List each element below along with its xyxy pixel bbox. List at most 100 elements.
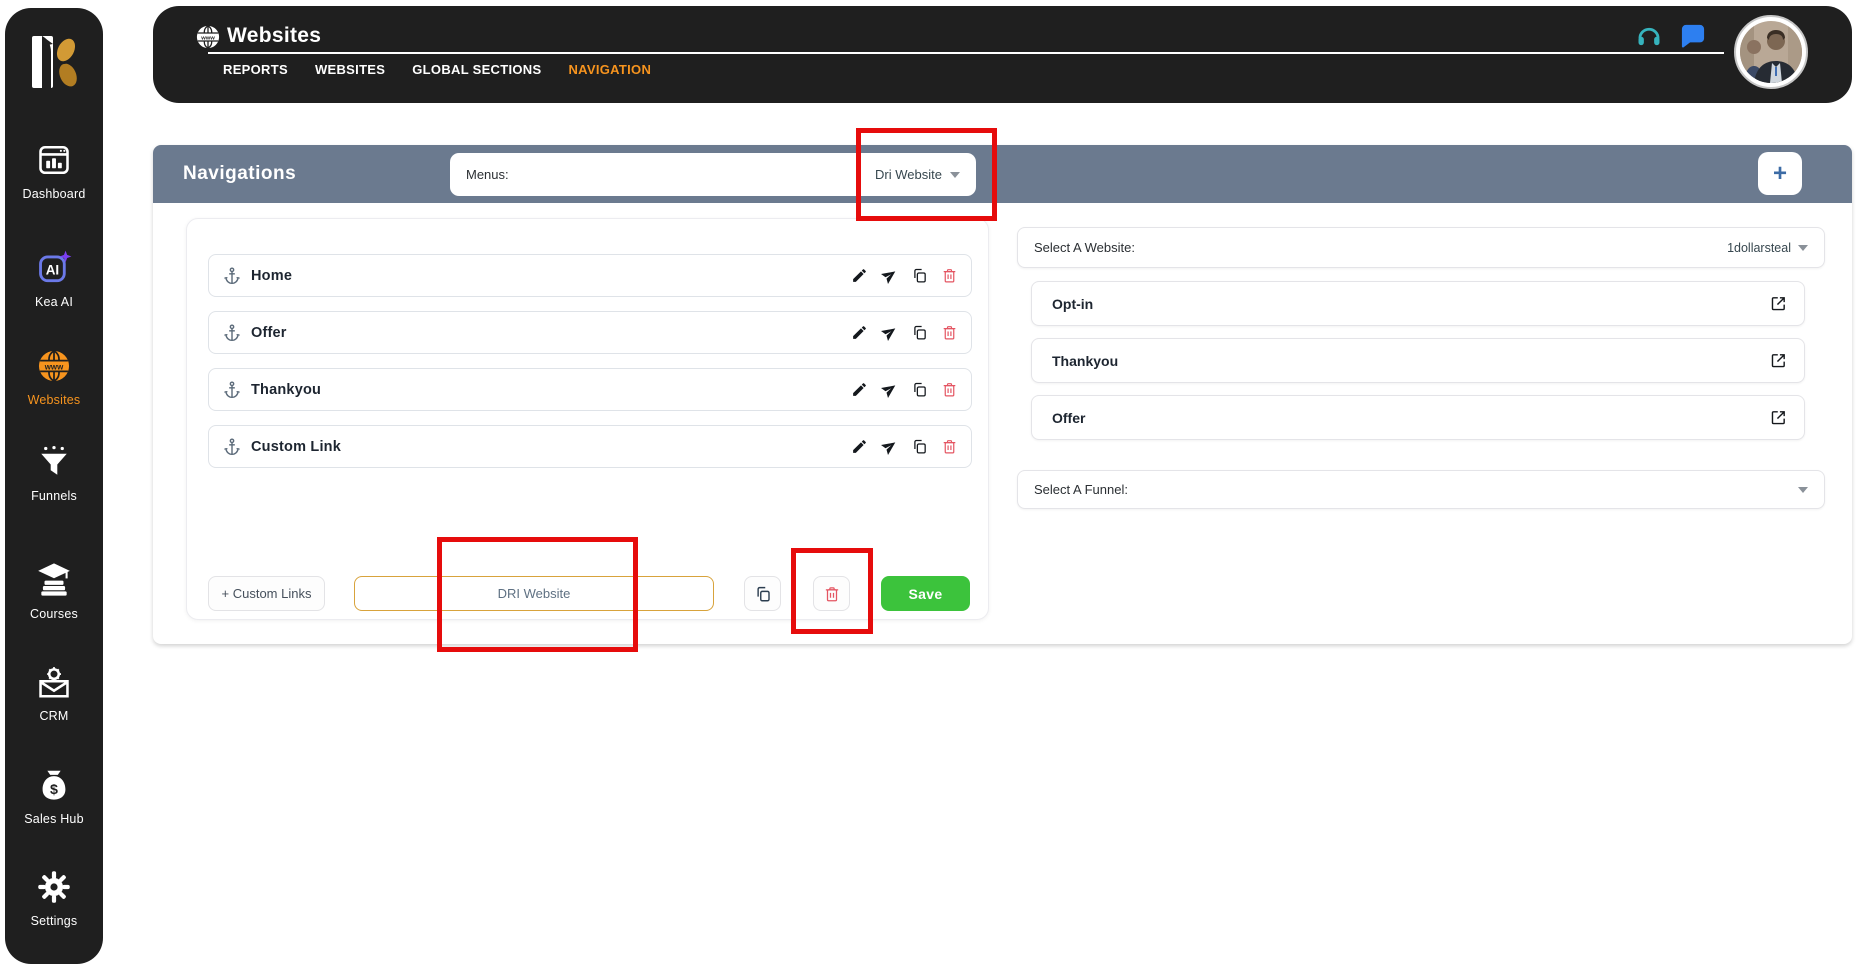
edit-icon[interactable] (851, 438, 868, 455)
page-row: Thankyou (1031, 338, 1805, 383)
headphones-icon[interactable] (1635, 22, 1663, 50)
sidebar-item-websites[interactable]: www Websites (5, 346, 103, 407)
copy-icon[interactable] (911, 381, 928, 398)
sidebar-item-label: Settings (31, 914, 78, 928)
select-funnel-dropdown[interactable]: Select A Funnel: (1017, 470, 1825, 509)
sidebar-item-courses[interactable]: Courses (5, 560, 103, 621)
edit-icon[interactable] (851, 324, 868, 341)
sidebar-item-label: Funnels (31, 489, 77, 503)
edit-icon[interactable] (851, 381, 868, 398)
anchor-icon (222, 380, 242, 400)
globe-www-icon: www (34, 346, 74, 386)
external-link-icon[interactable] (1770, 352, 1787, 369)
dashboard-icon (34, 140, 74, 180)
delete-menu-button[interactable] (813, 576, 850, 611)
tab-global-sections[interactable]: GLOBAL SECTIONS (412, 62, 541, 77)
trash-icon[interactable] (941, 324, 958, 341)
menu-item-label: Offer (251, 325, 287, 341)
sidebar-item-label: Dashboard (23, 187, 86, 201)
page-label: Offer (1052, 410, 1085, 426)
section-title: Navigations (183, 145, 296, 203)
avatar[interactable] (1734, 15, 1808, 89)
external-link-icon[interactable] (1770, 409, 1787, 426)
select-funnel-label: Select A Funnel: (1034, 482, 1128, 497)
external-link-icon[interactable] (1770, 295, 1787, 312)
selected-menu-text: Dri Website (875, 167, 942, 182)
svg-text:www: www (44, 362, 64, 371)
select-website-label: Select A Website: (1034, 240, 1135, 255)
row-actions (851, 267, 958, 284)
svg-text:www: www (200, 36, 215, 42)
page-row: Offer (1031, 395, 1805, 440)
row-actions (851, 324, 958, 341)
page-title: Websites (227, 24, 321, 48)
sidebar-item-crm[interactable]: CRM (5, 662, 103, 723)
svg-text:$: $ (50, 782, 58, 798)
menu-item-label: Home (251, 268, 292, 284)
add-custom-links-button[interactable]: + Custom Links (208, 576, 325, 611)
copy-icon[interactable] (911, 438, 928, 455)
navigations-toolbar: Navigations Menus: Dri Website + (153, 145, 1852, 203)
save-button[interactable]: Save (881, 576, 970, 611)
sidebar: Dashboard AI Kea AI (5, 8, 103, 964)
page-label: Thankyou (1052, 353, 1118, 369)
copy-icon[interactable] (911, 324, 928, 341)
edit-icon[interactable] (851, 267, 868, 284)
funnel-icon (34, 442, 74, 482)
trash-icon[interactable] (941, 438, 958, 455)
sidebar-item-label: Sales Hub (24, 812, 83, 826)
menu-item-row[interactable]: Home (208, 254, 972, 297)
menu-name-input[interactable] (354, 576, 714, 611)
sidebar-item-label: Kea AI (35, 295, 73, 309)
menu-item-row[interactable]: Custom Link (208, 425, 972, 468)
app-header: www Websites REPORTS WEBSITES GLOBAL SEC… (153, 6, 1852, 103)
row-actions (851, 438, 958, 455)
header-tabs: REPORTS WEBSITES GLOBAL SECTIONS NAVIGAT… (223, 62, 651, 77)
anchor-icon (222, 323, 242, 343)
send-icon[interactable] (881, 267, 898, 284)
selected-website-text: 1dollarsteal (1727, 241, 1791, 255)
trash-icon[interactable] (941, 267, 958, 284)
copy-menu-button[interactable] (744, 576, 781, 611)
tab-navigation[interactable]: NAVIGATION (568, 62, 651, 77)
sidebar-item-dashboard[interactable]: Dashboard (5, 140, 103, 201)
kea-logo[interactable] (5, 33, 103, 93)
chevron-down-icon (1798, 487, 1808, 493)
chevron-down-icon (950, 172, 960, 178)
sidebar-item-label: Websites (28, 393, 81, 407)
anchor-icon (222, 266, 242, 286)
menu-item-label: Thankyou (251, 382, 321, 398)
screen: Dashboard AI Kea AI (0, 0, 1858, 972)
settings-icon (34, 867, 74, 907)
kea-ai-icon: AI (34, 248, 74, 288)
menus-select[interactable]: Menus: Dri Website (450, 153, 976, 196)
sidebar-item-label: CRM (39, 709, 68, 723)
tab-reports[interactable]: REPORTS (223, 62, 288, 77)
copy-icon[interactable] (911, 267, 928, 284)
sidebar-item-sales-hub[interactable]: $ Sales Hub (5, 765, 103, 826)
send-icon[interactable] (881, 438, 898, 455)
chat-icon[interactable] (1679, 22, 1707, 50)
menu-item-label: Custom Link (251, 439, 341, 455)
tab-websites[interactable]: WEBSITES (315, 62, 385, 77)
header-divider (208, 52, 1724, 54)
selected-website-value[interactable]: 1dollarsteal (1727, 241, 1808, 255)
add-menu-button[interactable]: + (1758, 152, 1802, 195)
menus-dropdown-value[interactable]: Dri Website (875, 167, 960, 182)
send-icon[interactable] (881, 324, 898, 341)
trash-icon[interactable] (941, 381, 958, 398)
row-actions (851, 381, 958, 398)
menu-items-card: Home Offer (186, 218, 989, 620)
selected-funnel-value[interactable] (1798, 487, 1808, 493)
page-label: Opt-in (1052, 296, 1093, 312)
send-icon[interactable] (881, 381, 898, 398)
sidebar-item-settings[interactable]: Settings (5, 867, 103, 928)
menu-item-row[interactable]: Offer (208, 311, 972, 354)
sidebar-item-funnels[interactable]: Funnels (5, 442, 103, 503)
menus-label: Menus: (466, 167, 509, 182)
courses-icon (34, 560, 74, 600)
sidebar-item-kea-ai[interactable]: AI Kea AI (5, 248, 103, 309)
menu-item-row[interactable]: Thankyou (208, 368, 972, 411)
crm-icon (34, 662, 74, 702)
select-website-dropdown[interactable]: Select A Website: 1dollarsteal (1017, 227, 1825, 268)
